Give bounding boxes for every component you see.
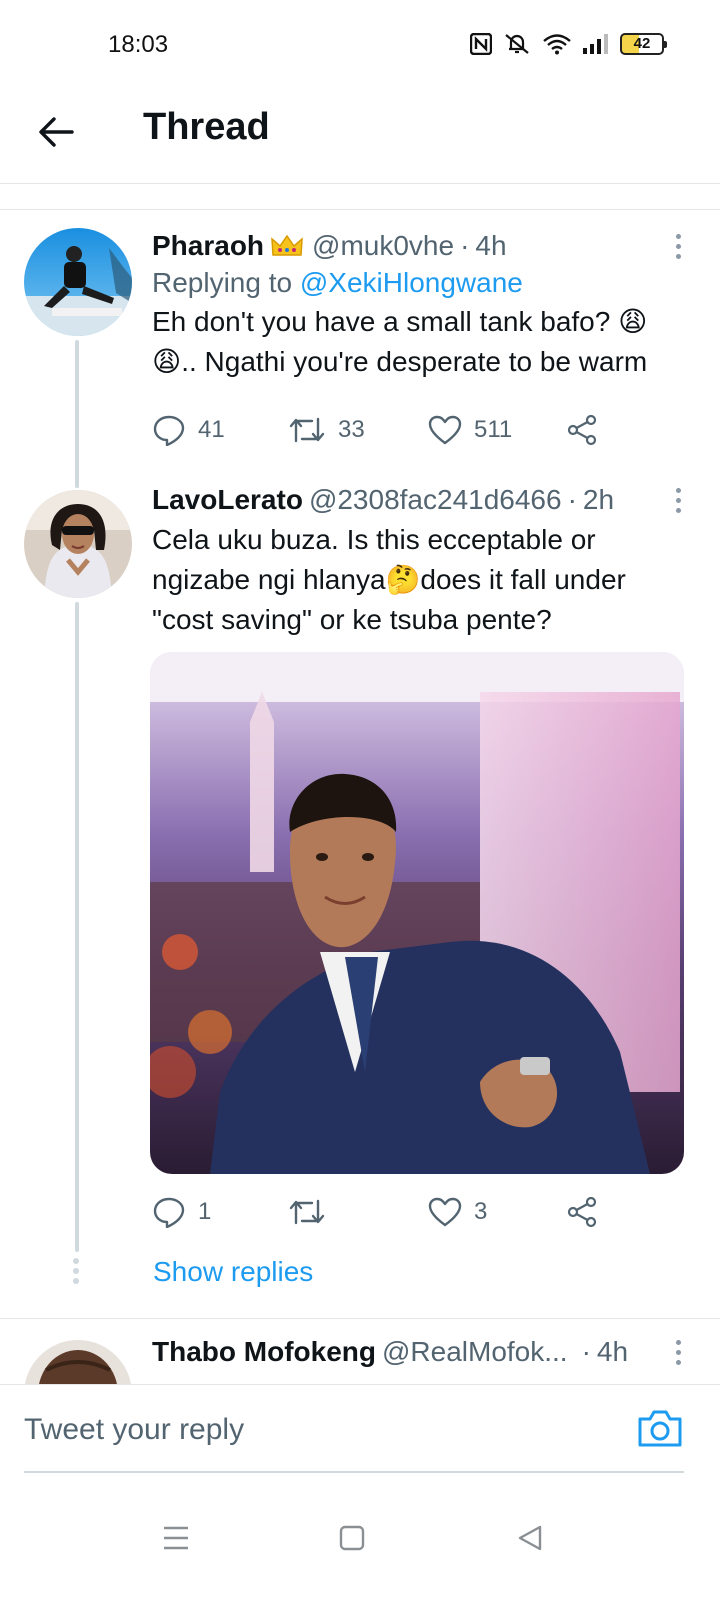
tweet-content: Thabo Mofokeng @RealMofok... · 4h	[152, 1334, 690, 1370]
tweet-text-line: ngizabe ngi hlanya🤔does it fall under	[152, 564, 626, 595]
signal-icon	[583, 34, 608, 54]
more-options-button[interactable]	[666, 1334, 690, 1370]
reply-composer	[0, 1384, 720, 1476]
replying-to: Replying to @XekiHlongwane	[152, 264, 690, 302]
thread-line	[75, 340, 79, 488]
square-home-icon	[339, 1525, 365, 1551]
like-count: 511	[474, 416, 513, 443]
tweet-thabo-mofokeng[interactable]: Thabo Mofokeng @RealMofok... · 4h	[0, 1318, 720, 1384]
tweet-content: Pharaoh @muk0vhe · 4h Replying to @XekiH…	[152, 228, 690, 382]
tweet-text: Cela uku buza. Is this ecceptable or ngi…	[152, 520, 690, 640]
tweet-actions: 41 33 511	[152, 410, 612, 450]
thread-continuation-dots	[73, 1258, 79, 1284]
nav-home-button[interactable]	[322, 1508, 382, 1568]
heart-icon	[428, 415, 462, 445]
reply-count: 1	[198, 1198, 212, 1225]
page-title: Thread	[143, 106, 270, 148]
separator-dot: ·	[581, 1336, 591, 1367]
share-button[interactable]	[566, 1196, 598, 1228]
nav-menu-button[interactable]	[146, 1508, 206, 1568]
status-time: 18:03	[108, 31, 169, 58]
tweet-text-line: "cost saving" or ke tsuba pente?	[152, 604, 552, 635]
separator-dot: ·	[567, 484, 577, 515]
tweet-actions: 1 3	[152, 1192, 612, 1232]
tweet-header: LavoLerato @2308fac241d6466 · 2h	[152, 482, 690, 518]
tweet-time[interactable]: 2h	[583, 482, 614, 518]
retweet-button[interactable]	[288, 1197, 338, 1227]
thread-line	[75, 602, 79, 1252]
status-bar: 18:03 42	[0, 0, 720, 92]
like-count: 3	[474, 1198, 488, 1225]
camera-button[interactable]	[636, 1407, 684, 1451]
avatar[interactable]	[24, 228, 132, 336]
tweet-media-image[interactable]	[150, 652, 684, 1174]
back-button[interactable]	[34, 110, 78, 154]
nav-back-button[interactable]	[500, 1508, 560, 1568]
reply-input[interactable]	[24, 1403, 584, 1457]
user-handle[interactable]: @2308fac241d6466	[309, 482, 562, 518]
share-icon	[567, 1196, 597, 1228]
retweet-button[interactable]: 33	[288, 415, 365, 445]
tweet-time[interactable]: 4h	[597, 1334, 628, 1370]
reply-count: 41	[198, 416, 225, 443]
show-replies-link[interactable]: Show replies	[153, 1256, 313, 1288]
user-name[interactable]: LavoLerato	[152, 482, 303, 518]
battery-indicator: 42	[620, 33, 667, 55]
avatar[interactable]	[24, 1340, 132, 1384]
heart-icon	[428, 1197, 462, 1227]
camera-icon	[638, 1410, 682, 1447]
more-options-button[interactable]	[666, 228, 690, 264]
user-handle[interactable]: @RealMofok...	[382, 1334, 568, 1370]
separator-dot: ·	[460, 230, 470, 261]
thread-header: Thread	[0, 92, 720, 184]
tweet-content: LavoLerato @2308fac241d6466 · 2h Cela uk…	[152, 482, 690, 640]
arrow-left-icon	[39, 117, 74, 147]
replying-prefix: Replying to	[152, 267, 300, 298]
reply-icon	[153, 415, 185, 446]
tweet-text: Eh don't you have a small tank bafo? 😩 😩…	[152, 302, 690, 382]
share-button[interactable]	[566, 414, 598, 446]
retweet-icon	[289, 417, 325, 443]
wifi-icon	[543, 34, 571, 55]
tweet-header: Pharaoh @muk0vhe · 4h	[152, 228, 690, 264]
tweet-text-line: Cela uku buza. Is this ecceptable or	[152, 524, 596, 555]
thread-line	[75, 472, 79, 488]
share-icon	[567, 414, 597, 446]
status-icons: 42	[470, 32, 667, 56]
retweet-count: 33	[338, 416, 365, 443]
replying-handle-link[interactable]: @XekiHlongwane	[300, 267, 523, 298]
tweet-text-line: 😩.. Ngathi you're desperate to be warm	[152, 346, 648, 377]
mute-icon	[505, 34, 529, 54]
user-name[interactable]: Pharaoh	[152, 228, 264, 264]
user-name[interactable]: Thabo Mofokeng	[152, 1334, 376, 1370]
tweet-text-line: Eh don't you have a small tank bafo? 😩	[152, 306, 648, 337]
like-button[interactable]: 3	[428, 1197, 487, 1227]
retweet-icon	[289, 1199, 325, 1225]
triangle-back-icon	[518, 1525, 542, 1551]
reply-input-underline	[24, 1471, 684, 1473]
crown-icon	[271, 234, 303, 256]
nfc-icon	[470, 33, 492, 55]
system-nav-bar	[0, 1476, 720, 1600]
menu-icon	[164, 1526, 188, 1550]
tweet-header: Thabo Mofokeng @RealMofok... · 4h	[152, 1334, 690, 1370]
section-divider	[0, 184, 720, 210]
tweet-time[interactable]: 4h	[475, 228, 506, 264]
like-button[interactable]: 511	[428, 415, 512, 445]
reply-icon	[153, 1197, 185, 1228]
reply-button[interactable]: 1	[152, 1196, 211, 1228]
user-handle[interactable]: @muk0vhe	[312, 228, 454, 264]
avatar[interactable]	[24, 490, 132, 598]
reply-button[interactable]: 41	[152, 414, 225, 446]
photo-man-in-suit	[150, 652, 684, 1174]
more-options-button[interactable]	[666, 482, 690, 518]
